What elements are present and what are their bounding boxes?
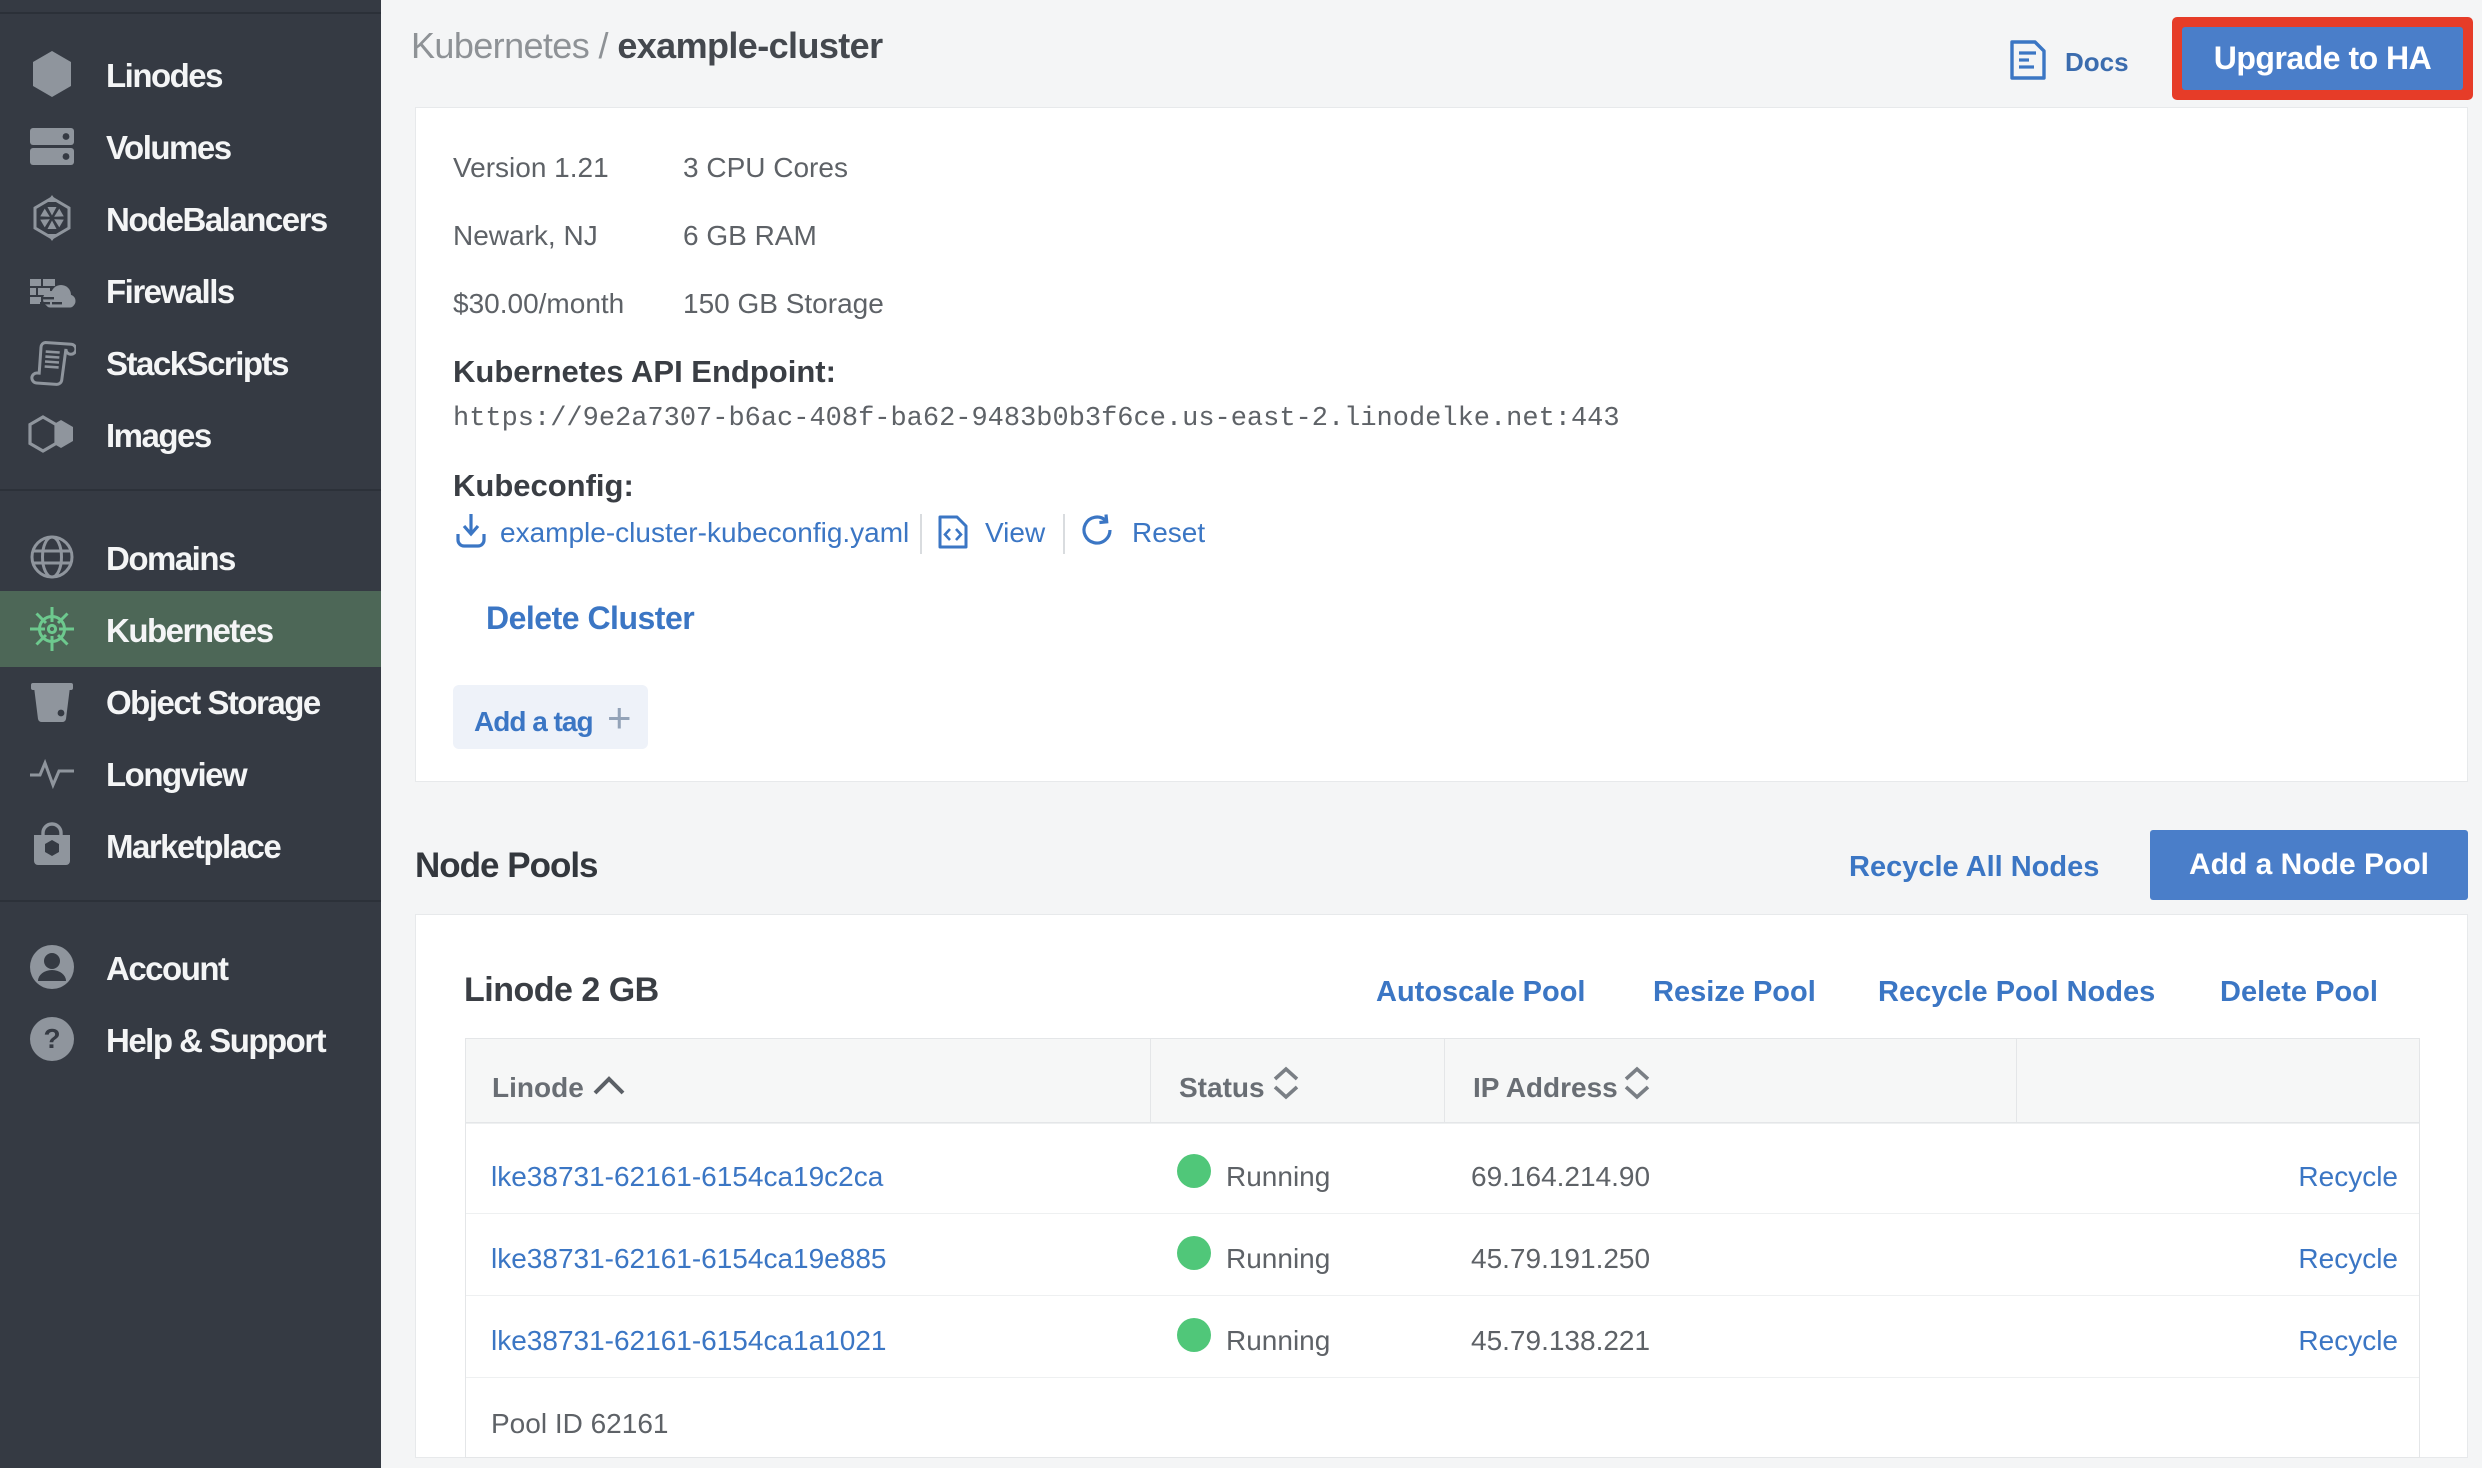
svg-text:?: ? <box>43 1023 60 1054</box>
